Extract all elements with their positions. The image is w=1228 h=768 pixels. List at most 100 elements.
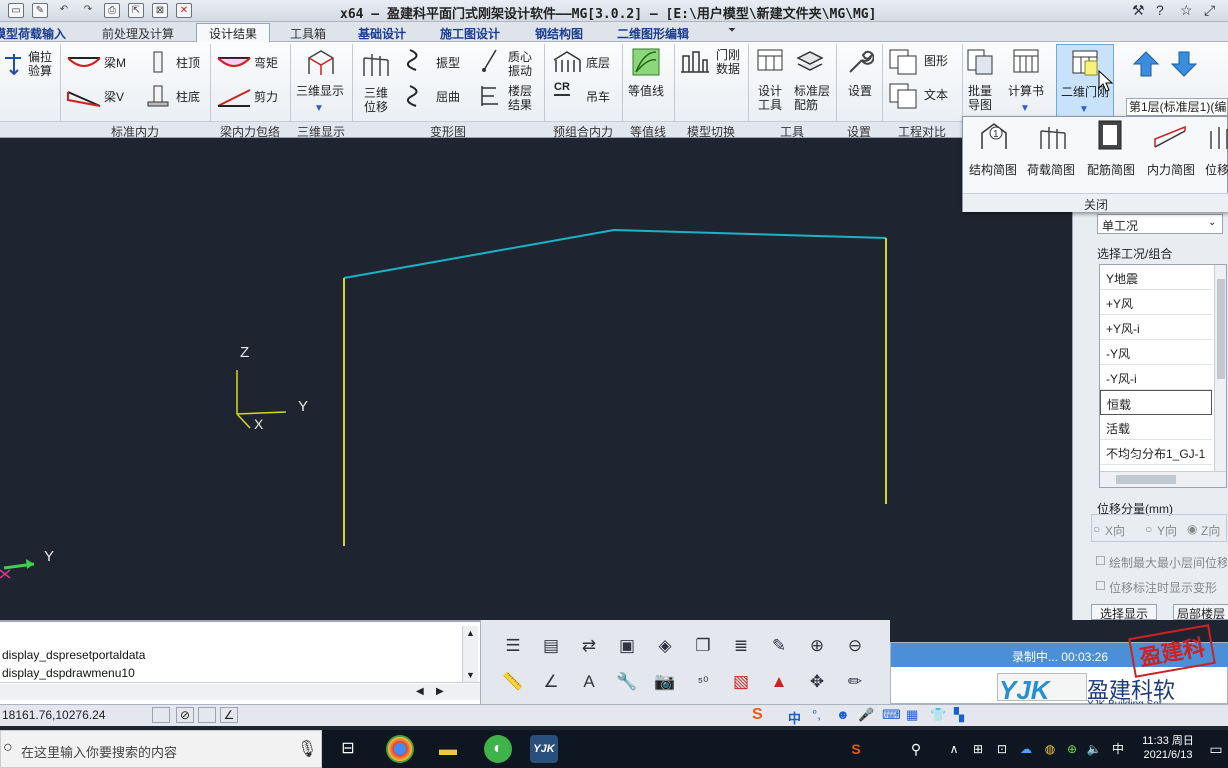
local-floor-button[interactable]: 局部楼层 bbox=[1173, 604, 1228, 620]
export-icon[interactable]: ⇱ bbox=[128, 3, 144, 18]
skin-icon[interactable]: 👕 bbox=[930, 707, 946, 723]
clock-time[interactable]: 11:33 周日 bbox=[1136, 732, 1200, 748]
pencil-icon[interactable]: ✏ bbox=[841, 668, 869, 696]
snap-grid-icon[interactable] bbox=[152, 707, 170, 723]
mode-shape-button[interactable]: 振型 bbox=[436, 56, 460, 70]
copy-icon[interactable]: ❐ bbox=[689, 632, 717, 660]
portal-data-button[interactable]: 门刚 数据 bbox=[716, 48, 740, 76]
mass-vib-button[interactable]: 质心 振动 bbox=[508, 50, 532, 78]
dd-close-button[interactable]: 关闭 bbox=[963, 193, 1228, 212]
angle-icon[interactable]: ∠ bbox=[537, 668, 565, 696]
polar-icon[interactable]: ⊘ bbox=[176, 707, 194, 723]
graphic-button[interactable]: 图形 bbox=[924, 54, 948, 68]
case-item[interactable]: +Y风 bbox=[1100, 290, 1212, 315]
pdf-icon[interactable]: ▧ bbox=[727, 668, 755, 696]
three-d-dropdown-icon[interactable]: ▼ bbox=[314, 102, 324, 116]
punctuation-icon[interactable]: °, bbox=[812, 707, 821, 722]
three-d-button[interactable]: 三维显示 bbox=[296, 84, 344, 98]
doc-edit-icon[interactable]: ▤ bbox=[537, 632, 565, 660]
emoji-icon[interactable]: ☻ bbox=[836, 707, 850, 722]
settings-button[interactable]: 设置 bbox=[848, 84, 872, 98]
close-file-icon[interactable]: ✕ bbox=[176, 3, 192, 18]
expand-icon[interactable]: ⤢ bbox=[1204, 2, 1215, 19]
image-icon[interactable]: ▣ bbox=[613, 632, 641, 660]
ortho-icon[interactable] bbox=[198, 707, 216, 723]
layer-icon[interactable]: ◈ bbox=[651, 632, 679, 660]
case-item[interactable]: -Y风 bbox=[1100, 340, 1212, 365]
preview-icon[interactable]: ⊠ bbox=[152, 3, 168, 18]
keyboard-icon[interactable]: ⌨ bbox=[882, 707, 901, 723]
tab-foundation[interactable]: 基础设计 bbox=[358, 25, 406, 42]
case-list[interactable]: Y地震 +Y风 +Y风-i -Y风 -Y风-i 恒载 活载 不均匀分布1_GJ-… bbox=[1099, 264, 1227, 488]
floor-result-button[interactable]: 楼层 结果 bbox=[508, 84, 532, 112]
tab-drawing[interactable]: 施工图设计 bbox=[440, 25, 500, 42]
select-display-button[interactable]: 选择显示 bbox=[1091, 604, 1157, 621]
case-item[interactable]: 不均匀分布1_GJ-1 bbox=[1100, 440, 1212, 465]
scroll-down-icon[interactable]: ▼ bbox=[466, 670, 475, 680]
batch-export-button[interactable]: 批量 导图 bbox=[968, 84, 992, 112]
dd-reinf-sketch[interactable]: 配筋简图 bbox=[1087, 161, 1135, 178]
angle-snap-icon[interactable]: ∠ bbox=[220, 707, 238, 723]
tool-grid-icon[interactable]: ▦ bbox=[906, 707, 918, 723]
scroll-thumb[interactable] bbox=[1217, 279, 1225, 379]
layers-icon[interactable]: ≣ bbox=[727, 632, 755, 660]
three-d-disp-button[interactable]: 三维 位移 bbox=[364, 86, 388, 114]
tab-model-load[interactable]: 模型荷载输入 bbox=[0, 25, 66, 42]
undo-icon[interactable]: ↶ bbox=[56, 3, 72, 18]
move-icon[interactable]: ✥ bbox=[803, 668, 831, 696]
tab-toolbox[interactable]: 工具箱 bbox=[290, 25, 326, 42]
dd-force-sketch[interactable]: 内力简图 bbox=[1147, 161, 1195, 178]
print-icon[interactable]: ⎙ bbox=[104, 3, 120, 18]
scale-icon[interactable]: ⁵⁰ bbox=[689, 668, 717, 696]
mic-icon[interactable]: 🎙 bbox=[297, 739, 317, 759]
zoom-text-icon[interactable]: ⊕ bbox=[803, 632, 831, 660]
dd-disp-sketch[interactable]: 位移 bbox=[1205, 161, 1228, 178]
base-layer-button[interactable]: 底层 bbox=[586, 56, 610, 70]
case-item[interactable]: Y地震 bbox=[1100, 265, 1212, 290]
case-item[interactable]: -Y风-i bbox=[1100, 365, 1212, 390]
tab-preprocess[interactable]: 前处理及计算 bbox=[102, 25, 174, 42]
clock-date[interactable]: 2021/6/13 bbox=[1136, 749, 1200, 761]
ruler-icon[interactable]: 📏 bbox=[499, 668, 527, 696]
floor-up-icon[interactable] bbox=[1132, 50, 1160, 78]
pull-check-button[interactable]: 偏拉 验算 bbox=[28, 50, 52, 78]
case-item-selected[interactable]: 恒载 bbox=[1100, 390, 1212, 415]
std-reinf-button[interactable]: 标准层 配筋 bbox=[794, 84, 830, 112]
case-list-hscroll[interactable] bbox=[1100, 471, 1226, 487]
radio-y-icon[interactable]: ○ bbox=[1145, 522, 1152, 536]
checkbox-deform-icon[interactable]: ☐ bbox=[1095, 579, 1106, 593]
tab-2d-edit[interactable]: 二维图形编辑 bbox=[617, 25, 689, 42]
calc-book-button[interactable]: 计算书 bbox=[1008, 84, 1044, 98]
help-icon[interactable]: ? bbox=[1156, 2, 1164, 18]
mic-icon[interactable]: 🎤 bbox=[858, 707, 874, 723]
app-green-icon[interactable]: ◐ bbox=[484, 735, 512, 763]
star-icon[interactable]: ☆ bbox=[1180, 2, 1193, 19]
command-window[interactable]: display_dspresetportaldata display_dspdr… bbox=[0, 620, 480, 704]
contour-button[interactable]: 等值线 bbox=[628, 84, 664, 98]
camera-icon[interactable]: 📷 bbox=[651, 668, 679, 696]
radio-z-icon[interactable]: ◉ bbox=[1187, 522, 1197, 536]
tab-design-results[interactable]: 设计结果 bbox=[196, 23, 271, 43]
design-tool-button[interactable]: 设计 工具 bbox=[758, 84, 782, 112]
taskbar-search[interactable]: ○ 在这里输入你要搜索的内容 🎙 bbox=[0, 730, 322, 768]
people-icon[interactable]: ⚲ bbox=[902, 735, 930, 763]
dd-load-sketch[interactable]: 荷载简图 bbox=[1027, 161, 1075, 178]
sogou-tray-icon[interactable]: S bbox=[842, 735, 870, 763]
radio-x-icon[interactable]: ○ bbox=[1093, 522, 1100, 536]
moment-button[interactable]: 弯矩 bbox=[254, 56, 278, 70]
scroll-left-icon[interactable]: ◀ bbox=[416, 686, 424, 697]
open-icon[interactable]: ▭ bbox=[8, 3, 24, 18]
floor-select[interactable]: 第1层(标准层1)(编 bbox=[1126, 98, 1228, 116]
case-type-select[interactable]: 单工况 ⌄ bbox=[1097, 214, 1223, 234]
beam-v-button[interactable]: 梁V bbox=[104, 90, 124, 104]
wrench-tool-icon[interactable]: 🔧 bbox=[613, 668, 641, 696]
redo-icon[interactable]: ↷ bbox=[80, 3, 96, 18]
case-item[interactable]: 活载 bbox=[1100, 415, 1212, 440]
tray-ime-icon[interactable]: 中 bbox=[1104, 735, 1132, 763]
text-button[interactable]: 文本 bbox=[924, 88, 948, 102]
buckling-button[interactable]: 屈曲 bbox=[436, 90, 460, 104]
ime-mode[interactable]: 中 bbox=[788, 708, 801, 727]
chrome-icon[interactable] bbox=[386, 735, 414, 763]
checkbox-maxmin-icon[interactable]: ☐ bbox=[1095, 554, 1106, 568]
file-explorer-icon[interactable]: ▬ bbox=[434, 735, 462, 763]
